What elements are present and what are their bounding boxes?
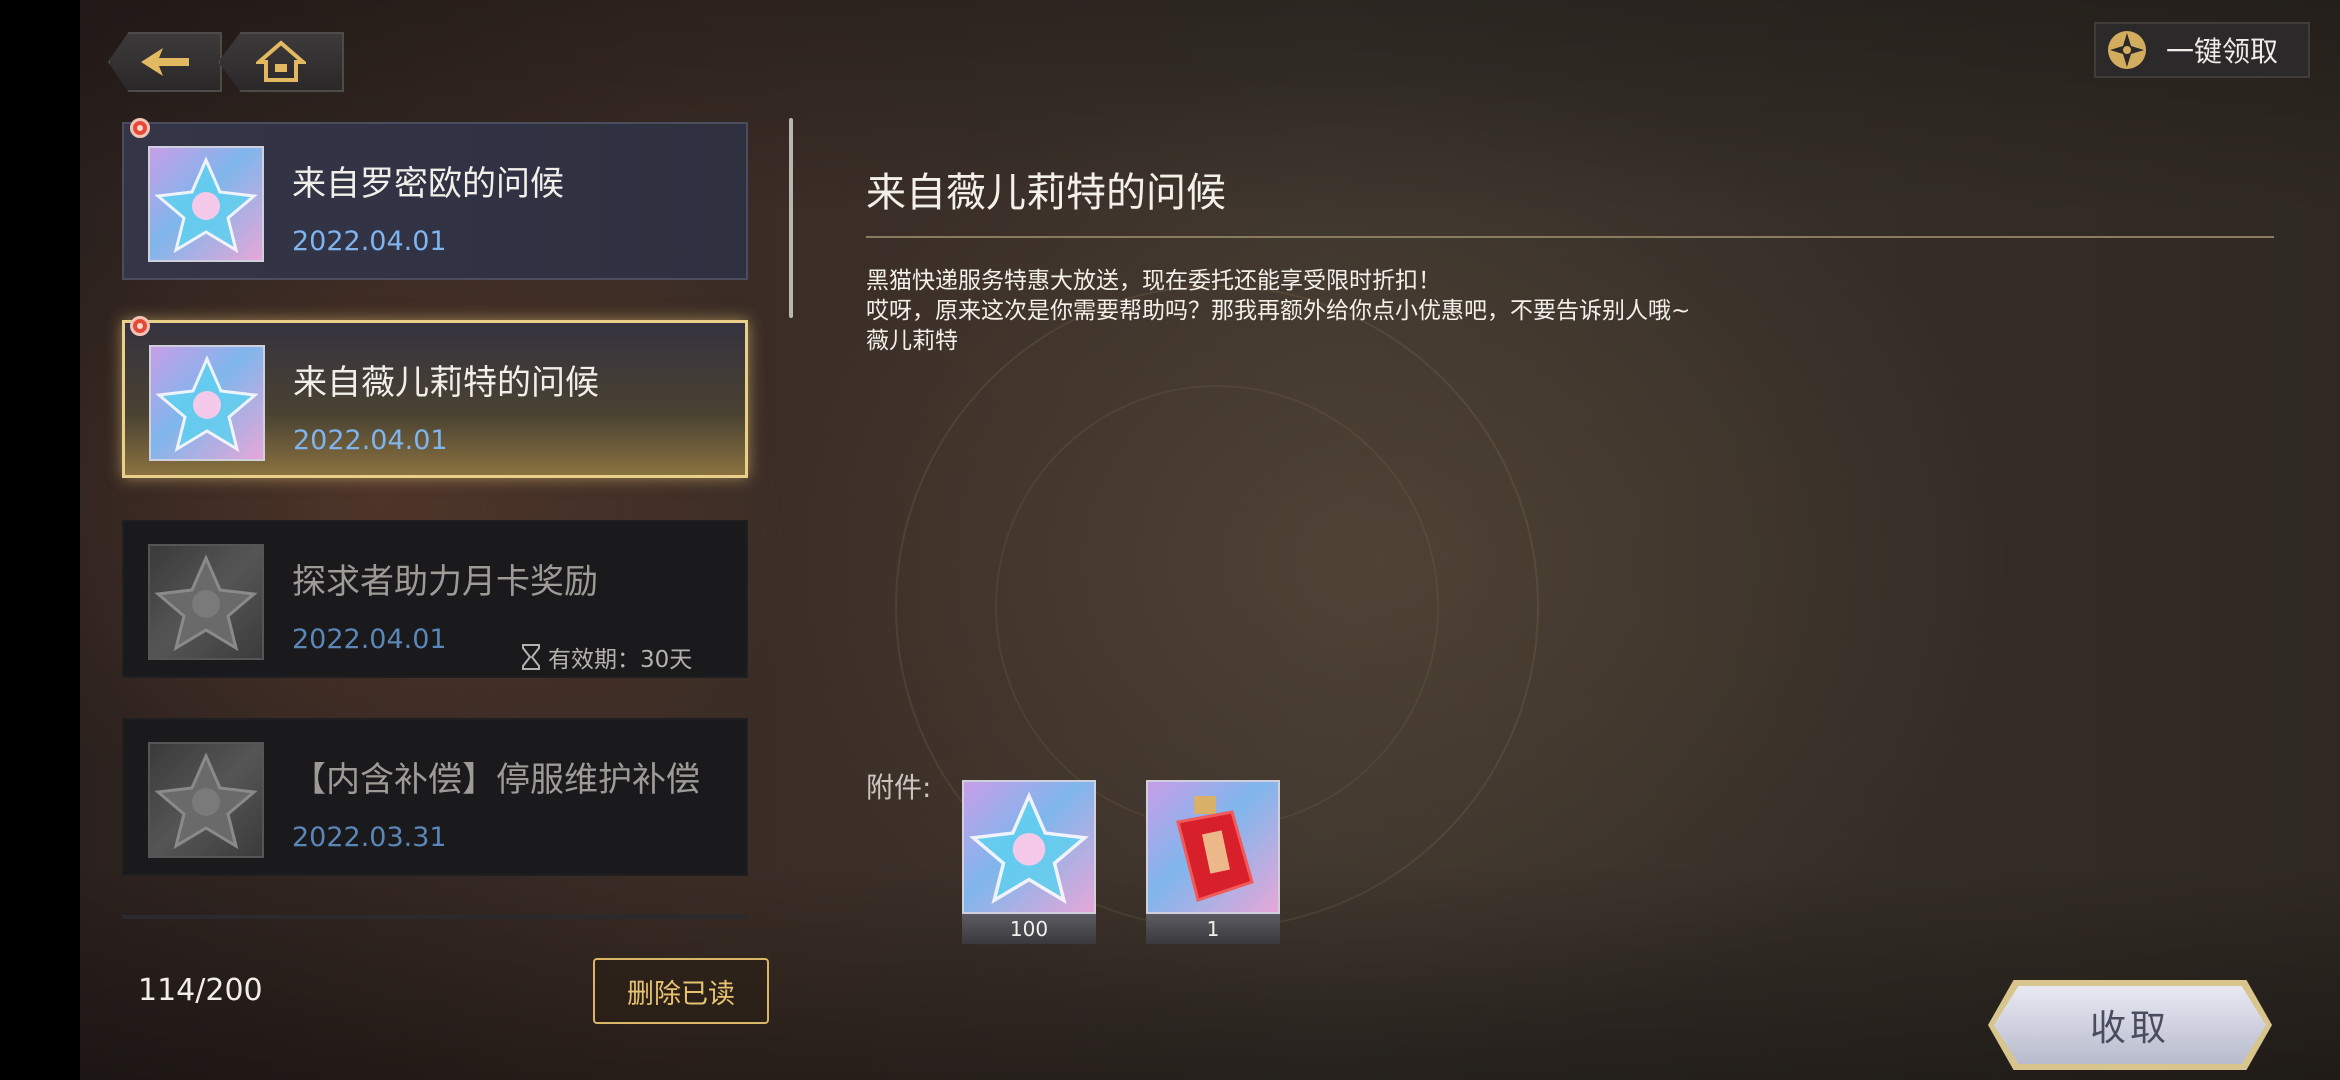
background-seal-inner [995, 385, 1439, 829]
mail-item-violet[interactable]: 来自薇儿莉特的问候 2022.04.01 [122, 320, 748, 478]
expiry-label: 有效期：30天 [548, 647, 693, 673]
unread-indicator-icon [130, 118, 150, 138]
mail-item-romeo[interactable]: 来自罗密欧的问候 2022.04.01 [122, 122, 748, 280]
delete-read-button[interactable]: 删除已读 [593, 958, 769, 1024]
mail-date: 2022.04.01 [292, 226, 447, 257]
compass-icon [2108, 31, 2146, 69]
mail-title: 【内含补偿】停服维护补偿 [292, 760, 700, 800]
detail-body: 黑猫快递服务特惠大放送，现在委托还能享受限时折扣！ 哎呀，原来这次是你需要帮助吗… [866, 268, 1691, 354]
list-partial-item [122, 915, 748, 919]
mail-title: 来自薇儿莉特的问候 [293, 363, 599, 403]
back-button[interactable] [108, 32, 222, 92]
detail-divider [866, 236, 2274, 238]
star-crystal-icon [962, 780, 1096, 914]
star-crystal-icon [148, 146, 264, 262]
mail-date: 2022.04.01 [293, 425, 448, 456]
star-crystal-icon [148, 544, 264, 660]
expiry-info: 有效期：30天 [522, 640, 692, 674]
star-crystal-icon [149, 345, 265, 461]
mail-count: 114/200 [138, 973, 263, 1008]
attachments-label: 附件: [866, 771, 932, 804]
receive-label: 收取 [2089, 1008, 2170, 1049]
unread-indicator-icon [130, 316, 150, 336]
mail-date: 2022.04.01 [292, 624, 447, 655]
claim-all-button[interactable]: 一键领取 [2094, 22, 2310, 78]
attachment-quantity: 1 [1146, 914, 1280, 944]
attachment-item[interactable]: 1 [1146, 780, 1280, 944]
mail-item-maintenance[interactable]: 【内含补偿】停服维护补偿 2022.03.31 [122, 718, 748, 876]
claim-all-label: 一键领取 [2166, 35, 2279, 68]
hourglass-icon [522, 644, 540, 670]
receive-button[interactable]: 收取 [1994, 986, 2266, 1064]
mail-title: 来自罗密欧的问候 [292, 164, 564, 204]
home-button[interactable] [218, 32, 344, 92]
attachment-quantity: 100 [962, 914, 1096, 944]
attachment-item[interactable]: 100 [962, 780, 1096, 944]
home-icon [256, 40, 306, 82]
star-crystal-icon [148, 742, 264, 858]
back-arrow-icon [141, 48, 189, 76]
detail-title: 来自薇儿莉特的问候 [866, 170, 1226, 216]
mail-item-monthly-card[interactable]: 探求者助力月卡奖励 2022.04.01 有效期：30天 [122, 520, 748, 678]
mail-list-scrollbar[interactable] [789, 118, 793, 318]
red-potion-bottle-icon [1146, 780, 1280, 914]
mail-title: 探求者助力月卡奖励 [292, 562, 598, 602]
mail-date: 2022.03.31 [292, 822, 447, 853]
